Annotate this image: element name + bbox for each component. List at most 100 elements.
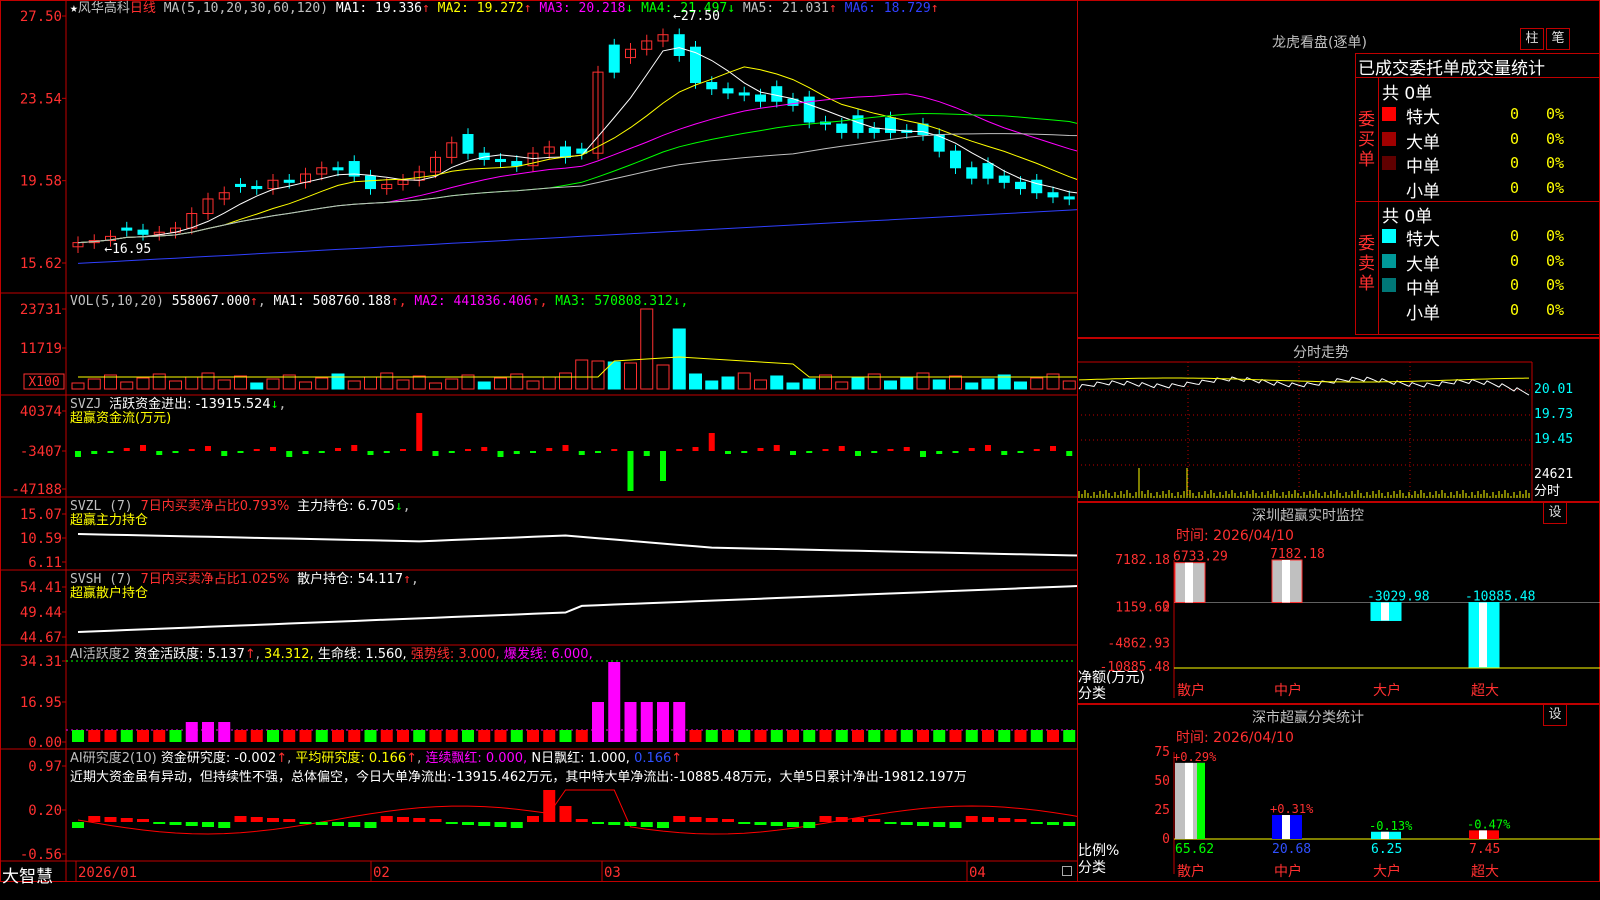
candle-body — [137, 229, 149, 235]
svzj-bar — [627, 451, 634, 491]
buy-row-pct: 0% — [1546, 154, 1565, 172]
ai-active-bar — [364, 730, 377, 742]
mon2-y-tick: 25 — [1154, 803, 1170, 818]
ai-active-bar — [1047, 730, 1059, 742]
mon2-value-label: 6.25 — [1371, 842, 1402, 857]
svzj-bar — [448, 451, 455, 453]
sell-row-swatch — [1382, 278, 1396, 292]
ai-active-bar — [380, 730, 393, 742]
svzj-bar — [725, 451, 731, 454]
sell-row-pct: 0% — [1546, 251, 1565, 270]
svzj-bar — [123, 448, 130, 451]
svzj-bar — [838, 446, 845, 451]
mon2-y-tick: 50 — [1154, 774, 1170, 789]
buy-row-swatch — [1382, 107, 1396, 121]
mon2-category: 超大 — [1471, 864, 1499, 880]
ai-active-bar — [608, 662, 621, 742]
mon1-value-label: -3029.98 — [1367, 590, 1430, 605]
ai-research-bar — [965, 816, 978, 822]
mon1-y-tick: 7182.18 — [1115, 553, 1170, 568]
svzj-header: SVZJ 活跃资金进出: -13915.524↓, — [70, 397, 287, 412]
volume-bar — [185, 376, 199, 390]
mon1-bar-highlight — [1185, 562, 1193, 603]
ai-active-bar — [88, 730, 101, 742]
svzj-bar — [318, 451, 325, 453]
mon1-category: 超大 — [1471, 683, 1499, 699]
ai-research-bar — [494, 822, 507, 827]
ai-active-bar — [559, 730, 572, 742]
buy-row-count: 0 — [1510, 178, 1520, 197]
volume-bar — [396, 379, 410, 390]
volume-bar — [640, 308, 654, 390]
ai-research-bar — [754, 822, 767, 825]
ai-active-bar — [982, 730, 994, 742]
ai-research-bar — [429, 819, 442, 822]
ai-active-bar — [218, 722, 231, 742]
ai-active-bar — [234, 730, 247, 742]
lhb-divider-1 — [1355, 77, 1600, 78]
ai-research-t2: 平均研究度: 0.166 — [295, 751, 407, 766]
x-axis-label: 02 — [373, 865, 390, 881]
candle-body — [251, 185, 263, 190]
volume-bar — [510, 373, 524, 390]
volume-header: VOL(5,10,20) 558067.000 ↑, MA1: 508760.18… — [70, 294, 689, 309]
candle-body — [982, 163, 994, 179]
ai-research-bar — [348, 822, 361, 827]
mon1-category: 中户 — [1274, 682, 1302, 699]
svzj-bar — [416, 413, 423, 451]
volume-bar — [900, 376, 914, 390]
volume-bar — [965, 382, 979, 390]
column-mode-button[interactable]: 柱 — [1520, 28, 1544, 50]
ai-research-bar — [202, 822, 214, 827]
ai-research-bar — [1030, 822, 1043, 824]
ai-research-bar — [852, 818, 864, 822]
volume-bar — [949, 375, 962, 390]
vol-ma-1: MA1: 508760.188 — [273, 294, 391, 309]
lhb-subtitle: 已成交委托单成交量统计 — [1358, 59, 1545, 79]
buy-row-name: 特大 — [1406, 108, 1440, 128]
ai-research-bar — [1014, 819, 1027, 822]
svzj-bar — [1033, 449, 1040, 451]
ma2-line — [77, 66, 1078, 244]
volume-bar — [916, 372, 930, 390]
svzl-line — [77, 533, 1078, 557]
ai-active-bar — [884, 730, 897, 742]
candle-body — [365, 175, 376, 190]
ai-active-bar — [803, 730, 816, 742]
mon1-y-tick: -4862.93 — [1107, 636, 1170, 651]
ai-research-bar — [169, 822, 182, 825]
svzj-bar — [968, 448, 975, 451]
vol-y-tick: 23731 — [20, 302, 62, 318]
volume-bar — [347, 380, 361, 390]
mon1-y-tick: 0 — [1162, 600, 1170, 615]
svzj-bar — [1017, 451, 1024, 453]
ai-active-bar — [657, 702, 669, 742]
sell-row-pct: 0% — [1546, 300, 1565, 319]
svzl-title: SVZL (7) — [70, 499, 133, 514]
svzl-y-tick: 6.11 — [28, 555, 62, 571]
ai-research-title: AI研究度2(10) — [70, 751, 157, 766]
ai-active-bar — [169, 730, 182, 742]
ai-research-bar — [868, 819, 881, 822]
high-marker: ←27.50 — [673, 9, 720, 24]
svzj-bar — [595, 451, 601, 453]
ai-research-bar — [933, 822, 946, 827]
main-y-tick: 23.54 — [20, 91, 62, 107]
ai-active-bar — [738, 730, 751, 742]
ai-research-bar — [835, 817, 848, 822]
volume-bar — [770, 375, 784, 390]
volume-bar — [867, 373, 881, 390]
candle-body — [722, 88, 734, 94]
mon2-change-label: +0.29% — [1173, 750, 1217, 764]
svsh-arrow: ↑ — [403, 572, 411, 587]
lock-icon[interactable] — [1062, 866, 1072, 876]
ai-research-bar — [575, 819, 588, 822]
ai-research-bar — [332, 822, 344, 826]
ai-active-bar — [900, 730, 913, 742]
svzl-arrow: ↓ — [394, 499, 403, 514]
tick-mode-button[interactable]: 笔 — [1546, 28, 1570, 50]
volume-bar — [234, 375, 247, 390]
vol-ma-3: MA3: 570808.312 — [555, 294, 673, 309]
svzj-bar — [237, 451, 244, 453]
volume-bar — [217, 379, 231, 390]
